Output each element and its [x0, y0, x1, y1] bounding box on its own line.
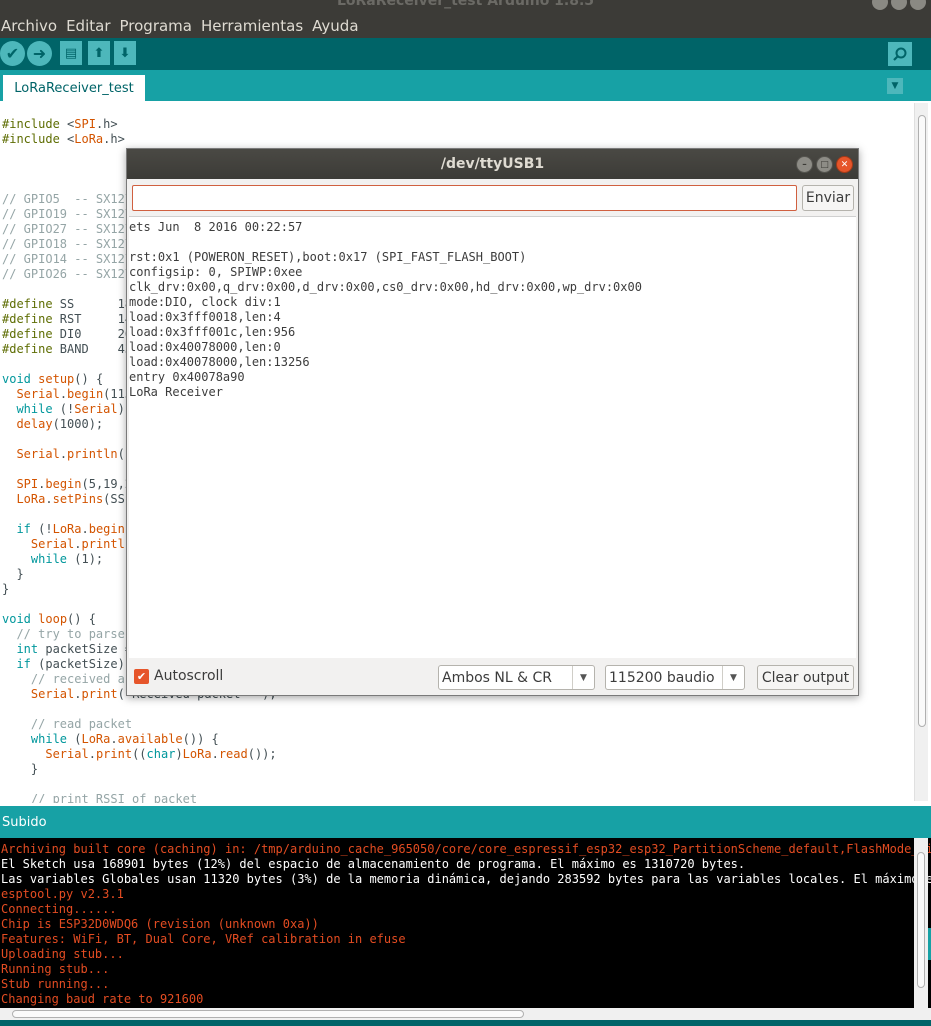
arrow-right-icon: ➜ — [32, 44, 47, 63]
console-line: El Sketch usa 168901 bytes (12%) del esp… — [1, 857, 746, 871]
autoscroll-checkbox[interactable]: ✔ — [134, 669, 149, 684]
chevron-down-icon: ▼ — [891, 81, 899, 91]
menu-ayuda[interactable]: Ayuda — [311, 17, 358, 35]
code-line: // read packet — [30, 717, 133, 731]
serial-output-line: LoRa Receiver — [129, 385, 223, 399]
console-output: Archiving built core (caching) in: /tmp/… — [0, 838, 931, 1008]
close-icon: ✕ — [840, 159, 849, 170]
serial-output-line: ets Jun 8 2016 00:22:57 — [129, 220, 303, 234]
menu-archivo[interactable]: Archivo — [0, 17, 57, 35]
code-line: #include <LoRa.h> — [2, 132, 125, 146]
monitor-maximize-button[interactable]: □ — [816, 156, 833, 173]
serial-output-line: load:0x3fff001c,len:956 — [129, 325, 296, 339]
menu-bar: Archivo Editar Programa Herramientas Ayu… — [0, 14, 931, 38]
arrow-up-icon: ⬆ — [93, 45, 105, 61]
editor-scrollbar[interactable] — [914, 103, 928, 801]
serial-output-line: mode:DIO, clock div:1 — [129, 295, 281, 309]
upload-button[interactable]: ➜ — [27, 41, 52, 66]
autoscroll-label: Autoscroll — [154, 668, 224, 684]
new-button[interactable]: ▤ — [60, 41, 82, 65]
clear-output-button[interactable]: Clear output — [757, 665, 854, 690]
serial-output-text: ets Jun 8 2016 00:22:57 rst:0x1 (POWERON_… — [129, 220, 642, 400]
chevron-down-icon: ▼ — [572, 666, 594, 689]
code-line: #include <SPI.h> — [2, 117, 118, 131]
console-scroll-thumb[interactable] — [917, 852, 925, 988]
maximize-icon: □ — [820, 159, 829, 170]
serial-output-line: load:0x3fff0018,len:4 — [129, 310, 281, 324]
console-horizontal-scroll-thumb[interactable] — [12, 1010, 524, 1018]
code-line: } — [2, 762, 39, 776]
console-line: Stub running... — [1, 977, 110, 991]
serial-input-field[interactable] — [132, 185, 797, 211]
status-text: Subido — [2, 814, 47, 830]
arrow-down-icon: ⬇ — [119, 45, 131, 61]
serial-output-line: rst:0x1 (POWERON_RESET),boot:0x17 (SPI_F… — [129, 250, 527, 264]
serial-monitor-title: /dev/ttyUSB1 — [440, 156, 545, 172]
code-line: while (LoRa.available()) { — [30, 732, 219, 746]
tab-bar: LoRaReceiver_test ▼ — [0, 70, 931, 101]
menu-herramientas[interactable]: Herramientas — [200, 17, 303, 35]
check-icon: ✔ — [5, 44, 20, 63]
window-title: LoRaReceiver_test Arduino 1.8.5 — [336, 0, 595, 9]
console-horizontal-scrollbar[interactable] — [0, 1008, 931, 1020]
serial-output-line: load:0x40078000,len:0 — [129, 340, 281, 354]
code-line: Serial.print((char)LoRa.read()); — [45, 747, 277, 761]
window-title-bar: LoRaReceiver_test Arduino 1.8.5 — [0, 0, 931, 14]
menu-programa[interactable]: Programa — [119, 17, 192, 35]
code-line: // print RSSI of packet — [30, 792, 198, 803]
tab-lorareceiver-test[interactable]: LoRaReceiver_test — [3, 75, 145, 101]
minimize-icon: – — [802, 159, 807, 170]
magnifier-icon — [893, 47, 907, 61]
console-line: Connecting...... — [1, 902, 117, 916]
serial-monitor-footer: ✔ Autoscroll Ambos NL & CR ▼ 115200 baud… — [127, 659, 858, 695]
console-line: Las variables Globales usan 11320 bytes … — [1, 872, 931, 886]
console-line: Chip is ESP32D0WDQ6 (revision (unknown 0… — [1, 917, 319, 931]
serial-output-line: entry 0x40078a90 — [129, 370, 245, 384]
editor-scroll-thumb[interactable] — [918, 115, 926, 727]
checkmark-icon: ✔ — [136, 670, 147, 683]
save-button[interactable]: ⬇ — [114, 41, 136, 65]
console-line: Features: WiFi, BT, Dual Core, VRef cali… — [1, 932, 406, 946]
serial-output-line — [129, 235, 642, 250]
console-scrollbar[interactable] — [914, 838, 928, 1008]
monitor-close-button[interactable]: ✕ — [836, 156, 853, 173]
console-text: Archiving built core (caching) in: /tmp/… — [1, 842, 931, 1007]
status-bar: Subido — [0, 806, 931, 838]
monitor-minimize-button[interactable]: – — [796, 156, 813, 173]
line-ending-select[interactable]: Ambos NL & CR ▼ — [438, 665, 595, 690]
baud-rate-select[interactable]: 115200 baudio ▼ — [605, 665, 745, 690]
console-line: Uploading stub... — [1, 947, 124, 961]
console-line: esptool.py v2.3.1 — [1, 887, 124, 901]
serial-monitor-title-bar[interactable]: /dev/ttyUSB1 – □ ✕ — [127, 149, 858, 179]
new-file-icon: ▤ — [64, 45, 78, 61]
console-line: Running stub... — [1, 962, 110, 976]
serial-output-line: clk_drv:0x00,q_drv:0x00,d_drv:0x00,cs0_d… — [129, 280, 642, 294]
toolbar: ✔ ➜ ▤ ⬆ ⬇ — [0, 38, 931, 70]
serial-monitor-window: /dev/ttyUSB1 – □ ✕ Enviar ets Jun 8 2016… — [126, 148, 859, 696]
serial-output-line: load:0x40078000,len:13256 — [129, 355, 310, 369]
tab-menu-button[interactable]: ▼ — [887, 78, 903, 94]
line-ending-value: Ambos NL & CR — [442, 669, 553, 686]
open-button[interactable]: ⬆ — [88, 41, 110, 65]
verify-button[interactable]: ✔ — [0, 41, 25, 66]
bottom-bar — [0, 1020, 931, 1026]
serial-output-line: configsip: 0, SPIWP:0xee — [129, 265, 303, 279]
chevron-down-icon: ▼ — [722, 666, 744, 689]
console-line: Archiving built core (caching) in: /tmp/… — [1, 842, 931, 856]
send-button[interactable]: Enviar — [802, 185, 854, 211]
baud-rate-value: 115200 baudio — [609, 669, 715, 686]
serial-output-area: ets Jun 8 2016 00:22:57 rst:0x1 (POWERON_… — [129, 216, 856, 658]
console-line: Changing baud rate to 921600 — [1, 992, 204, 1006]
serial-monitor-button[interactable] — [888, 42, 912, 66]
menu-editar[interactable]: Editar — [65, 17, 110, 35]
